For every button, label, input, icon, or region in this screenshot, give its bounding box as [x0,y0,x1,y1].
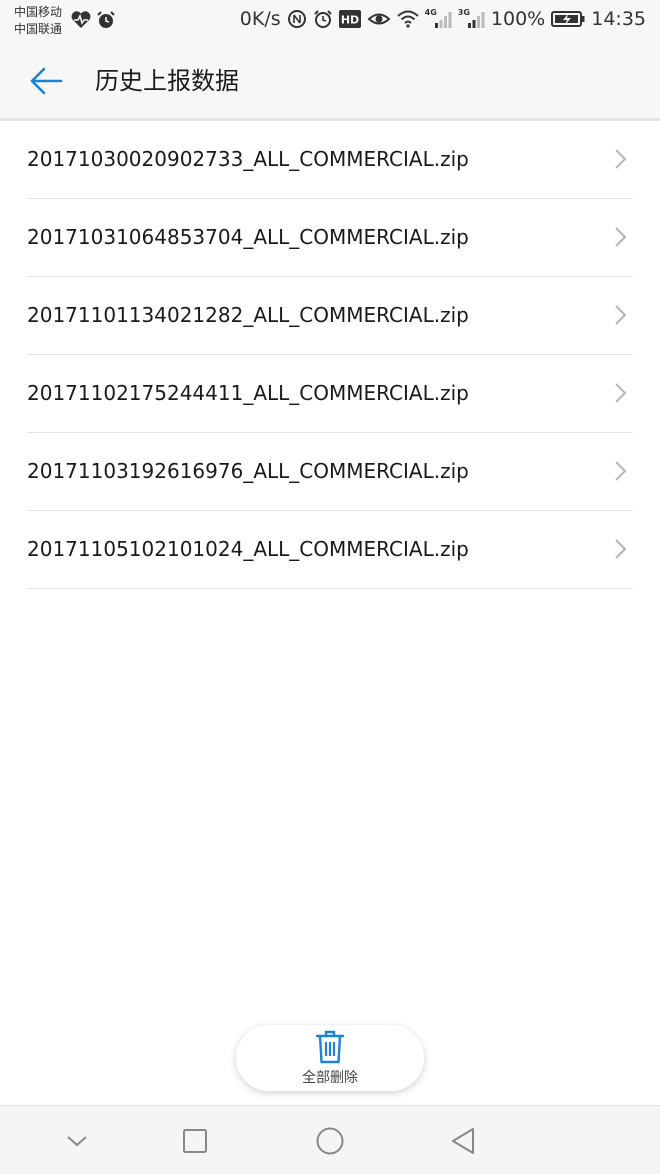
back-button[interactable] [22,58,70,104]
triangle-back-icon [452,1128,474,1154]
wifi-icon [396,10,419,28]
status-left-icons [70,10,116,30]
chevron-right-icon [615,149,627,169]
file-name: 20171103192616976_ALL_COMMERCIAL.zip [27,459,469,483]
signal-3g-label: 3G [457,7,470,17]
file-name: 20171030020902733_ALL_COMMERCIAL.zip [27,147,469,171]
battery-percent: 100% [490,8,546,30]
square-icon [183,1129,207,1153]
page-title: 历史上报数据 [95,67,239,95]
nav-recents-button[interactable] [178,1124,212,1158]
carrier-2: 中国联通 [14,22,63,36]
list-item[interactable]: 20171031064853704_ALL_COMMERCIAL.zip [27,199,633,277]
signal-4g-icon: 4G [424,7,452,28]
list-item[interactable]: 20171102175244411_ALL_COMMERCIAL.zip [27,355,633,433]
file-list: 20171030020902733_ALL_COMMERCIAL.zip 201… [0,121,660,589]
signal-3g-icon: 3G [457,7,485,28]
alarm-clock-icon [313,9,333,29]
list-item[interactable]: 20171101134021282_ALL_COMMERCIAL.zip [27,277,633,355]
carrier-labels: 中国移动 中国联通 [14,4,62,38]
list-item[interactable]: 20171030020902733_ALL_COMMERCIAL.zip [27,121,633,199]
battery-charging-icon [551,10,585,28]
chevron-right-icon [615,383,627,403]
nfc-icon [287,9,307,29]
chevron-right-icon [615,539,627,559]
carrier-1: 中国移动 [14,5,63,19]
heart-rate-icon [70,10,92,30]
signal-4g-label: 4G [424,7,437,17]
chevron-right-icon [615,305,627,325]
chevron-right-icon [615,461,627,481]
delete-all-label: 全部删除 [302,1070,358,1086]
file-name: 20171031064853704_ALL_COMMERCIAL.zip [27,225,469,249]
status-right: 0K/s HD 4G 3G 100% 14:35 [239,7,646,31]
network-speed: 0K/s [239,8,281,30]
eye-comfort-icon [367,10,391,28]
hd-icon: HD [338,10,361,28]
app-bar: 历史上报数据 [0,44,660,121]
delete-all-button[interactable]: 全部删除 [236,1025,424,1091]
alarm-icon [96,10,116,30]
list-item[interactable]: 20171105102101024_ALL_COMMERCIAL.zip [27,511,633,589]
file-name: 20171101134021282_ALL_COMMERCIAL.zip [27,303,469,327]
chevron-right-icon [615,227,627,247]
nav-home-button[interactable] [313,1124,347,1158]
nav-hide-button[interactable] [60,1124,94,1158]
chevron-down-icon [67,1136,87,1147]
file-name: 20171102175244411_ALL_COMMERCIAL.zip [27,381,469,405]
trash-icon [315,1030,345,1064]
file-name: 20171105102101024_ALL_COMMERCIAL.zip [27,537,469,561]
list-item[interactable]: 20171103192616976_ALL_COMMERCIAL.zip [27,433,633,511]
circle-icon [316,1127,344,1155]
arrow-left-icon [30,67,63,95]
nav-back-button[interactable] [446,1124,480,1158]
clock-time: 14:35 [591,8,646,30]
status-bar: 中国移动 中国联通 0K/s HD 4G 3G 100% 14:35 [0,0,660,44]
hd-badge-text: HD [340,14,358,27]
navigation-bar [0,1105,660,1174]
